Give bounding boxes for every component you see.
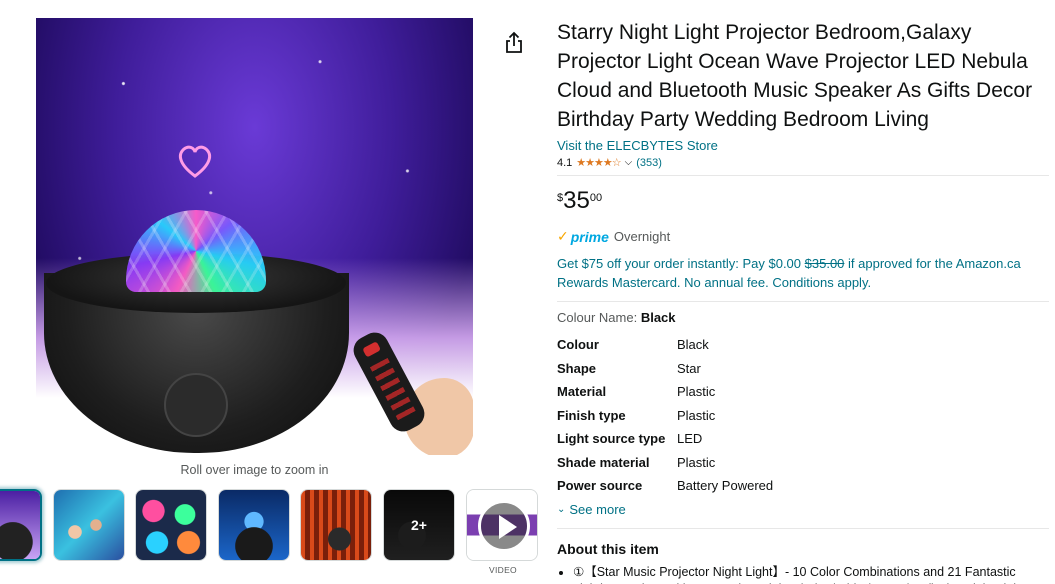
specs-table: Colour Black Shape Star Material Plastic Finis…	[557, 337, 773, 502]
spec-value: Battery Powered	[677, 478, 774, 493]
spec-row: Light source type LED	[557, 431, 773, 455]
video-label: VIDEO	[489, 565, 517, 575]
spec-value: Star	[677, 360, 701, 376]
thumbnail-1[interactable]	[0, 489, 42, 561]
spec-key: Shape	[557, 360, 597, 376]
zoom-hint: Roll over image to zoom in	[180, 463, 329, 477]
more-images-label: 2+	[384, 490, 454, 560]
store-link[interactable]: Visit the ELECBYTES Store	[557, 138, 1049, 153]
about-this-item-heading: About this item	[557, 540, 659, 557]
spec-key: Power source	[557, 478, 643, 493]
spec-value: Plastic	[677, 454, 716, 470]
colour-name: Colour Name: Black	[557, 310, 1049, 325]
divider	[557, 527, 1049, 529]
spec-row: Shape Star	[557, 361, 773, 385]
thumbnail-2[interactable]	[53, 489, 125, 561]
see-more-link[interactable]: ⌄ See more	[557, 502, 1049, 517]
colour-value: Black	[640, 310, 676, 325]
spec-key: Finish type	[557, 407, 626, 423]
spec-value: Plastic	[677, 384, 716, 399]
projector-dome	[126, 210, 266, 292]
rating-value: 4.1	[557, 156, 573, 169]
see-more-label: See more	[569, 501, 626, 517]
spec-value: Black	[677, 337, 709, 352]
about-bullets: ①【Star Music Projector Night Light】- 10 …	[557, 564, 1049, 584]
spec-key: Colour	[557, 337, 599, 352]
thumbnail-5[interactable]	[300, 489, 372, 561]
spec-row: Colour Black	[557, 337, 773, 361]
delivery-speed: Overnight	[613, 229, 671, 244]
star-rating-icon[interactable]: ★★★★☆	[576, 156, 621, 169]
price-whole: 35	[563, 187, 590, 214]
about-bullet: ①【Star Music Projector Night Light】- 10 …	[573, 564, 1049, 584]
spec-key: Shade material	[557, 454, 650, 470]
spec-key: Light source type	[557, 431, 666, 446]
spec-row: Power source Battery Powered	[557, 478, 773, 502]
spec-value: LED	[677, 431, 703, 446]
prime-logo: prime	[570, 228, 609, 245]
product-details: Starry Night Light Projector Bedroom,Gal…	[557, 18, 1049, 584]
spec-row: Finish type Plastic	[557, 408, 773, 432]
chevron-down-icon: ⌄	[557, 503, 566, 515]
rating-row: 4.1 ★★★★☆ ⌵ (353)	[557, 156, 1049, 176]
thumbnail-3[interactable]	[135, 489, 207, 561]
thumbnail-4[interactable]	[218, 489, 290, 561]
spec-value: Plastic	[677, 407, 716, 423]
projector-control-pad	[164, 373, 228, 437]
prime-delivery: ✓ prime Overnight	[557, 228, 1049, 245]
promo-text-1: Get $75 off your order instantly: Pay $0…	[557, 256, 805, 271]
price: $ 35 00	[557, 188, 1049, 214]
prime-check-icon: ✓	[557, 228, 569, 244]
chevron-down-icon[interactable]: ⌵	[625, 157, 633, 168]
play-icon[interactable]	[478, 500, 530, 552]
product-title: Starry Night Light Projector Bedroom,Gal…	[557, 21, 1033, 131]
price-fraction: 00	[589, 192, 603, 204]
divider	[557, 301, 1049, 302]
promo-strike-price: $35.00	[804, 256, 845, 271]
share-icon[interactable]	[503, 31, 525, 55]
neon-heart-icon	[178, 145, 212, 178]
main-product-image[interactable]	[36, 18, 473, 455]
thumbnail-6[interactable]: 2+	[383, 489, 455, 561]
spec-row: Material Plastic	[557, 384, 773, 408]
review-count-link[interactable]: (353)	[636, 157, 662, 169]
credit-card-promo[interactable]: Get $75 off your order instantly: Pay $0…	[557, 254, 1049, 292]
colour-label: Colour Name:	[557, 310, 641, 325]
spec-row: Shade material Plastic	[557, 455, 773, 479]
spec-key: Material	[557, 384, 607, 399]
